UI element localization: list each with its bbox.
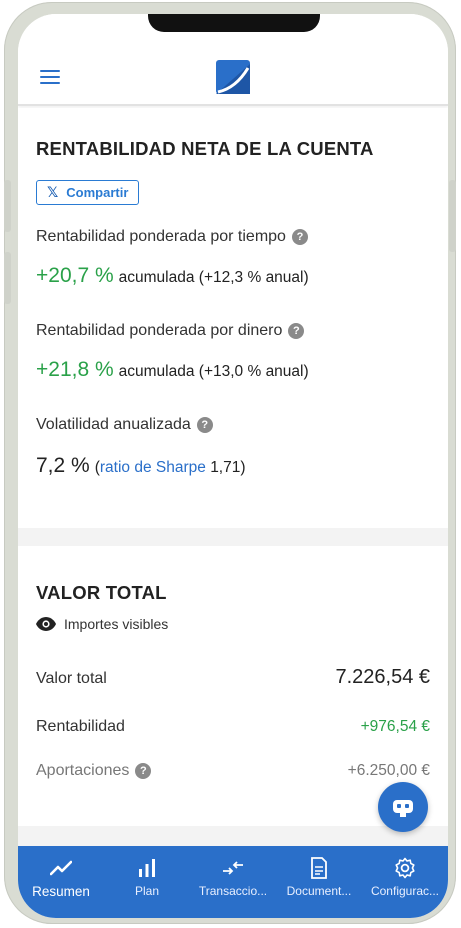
share-label: Compartir — [66, 185, 129, 200]
document-icon — [311, 857, 327, 879]
profit-label: Rentabilidad — [36, 718, 125, 735]
section-divider — [18, 528, 448, 546]
nav-settings[interactable]: Configurac... — [362, 856, 448, 898]
volatility-value: 7,2 % — [36, 454, 90, 477]
nav-label: Configurac... — [370, 884, 440, 898]
gear-icon — [395, 857, 415, 879]
twr-label: Rentabilidad ponderada por tiempo — [36, 228, 286, 245]
contributions-amount: +6.250,00 € — [347, 762, 430, 779]
sharpe-value: 1,71) — [210, 459, 246, 476]
help-icon[interactable]: ? — [196, 417, 213, 433]
help-icon[interactable]: ? — [288, 323, 305, 339]
nav-transactions[interactable]: Transaccio... — [190, 856, 276, 898]
twr-value-row: +20,7 % acumulada (+12,3 % anual) — [36, 264, 309, 288]
nav-label: Document... — [286, 884, 352, 898]
transfer-icon — [223, 861, 243, 875]
contributions-row: Aportaciones ? +6.250,00 € — [36, 762, 430, 780]
total-value-label: Valor total — [36, 670, 107, 687]
help-icon[interactable]: ? — [135, 763, 152, 779]
mwr-label: Rentabilidad ponderada por dinero — [36, 322, 283, 339]
share-button[interactable]: 𝕏 Compartir — [36, 180, 140, 205]
contributions-label-row: Aportaciones ? — [36, 762, 152, 780]
twr-suffix: acumulada (+12,3 % anual) — [118, 269, 309, 286]
twr-label-row: Rentabilidad ponderada por tiempo ? — [36, 228, 308, 246]
app-screen: RENTABILIDAD NETA DE LA CUENTA 𝕏 Compart… — [18, 14, 448, 918]
returns-section: RENTABILIDAD NETA DE LA CUENTA 𝕏 Compart… — [18, 108, 448, 528]
mwr-value-row: +21,8 % acumulada (+13,0 % anual) — [36, 358, 309, 382]
nav-documents[interactable]: Document... — [276, 856, 362, 898]
x-logo-icon: 𝕏 — [47, 184, 59, 200]
bar-chart-icon — [139, 859, 155, 877]
help-icon[interactable]: ? — [291, 229, 308, 245]
contributions-label: Aportaciones — [36, 762, 130, 779]
returns-title: RENTABILIDAD NETA DE LA CUENTA — [36, 138, 374, 159]
hamburger-menu-icon[interactable] — [40, 70, 60, 84]
robot-icon — [393, 800, 413, 817]
sharpe-ratio-link[interactable]: ratio de Sharpe — [100, 459, 206, 476]
profit-amount: +976,54 € — [360, 718, 430, 735]
trend-icon — [50, 860, 72, 876]
volume-up-button — [4, 180, 11, 232]
visibility-toggle[interactable]: Importes visibles — [36, 616, 168, 632]
total-value-section: VALOR TOTAL Importes visibles Valor tota… — [18, 546, 448, 826]
phone-frame: RENTABILIDAD NETA DE LA CUENTA 𝕏 Compart… — [4, 2, 456, 924]
eye-icon — [36, 617, 56, 631]
chat-bot-button[interactable] — [378, 782, 428, 832]
app-logo — [216, 60, 250, 94]
twr-value: +20,7 % — [36, 264, 114, 287]
nav-plan[interactable]: Plan — [104, 856, 190, 898]
total-value-title: VALOR TOTAL — [36, 582, 167, 603]
volatility-label-row: Volatilidad anualizada ? — [36, 416, 213, 434]
volume-down-button — [4, 252, 11, 304]
profit-row: Rentabilidad +976,54 € — [36, 718, 430, 736]
notch — [148, 14, 320, 32]
volatility-value-row: 7,2 % (ratio de Sharpe 1,71) — [36, 454, 246, 478]
nav-label: Resumen — [32, 884, 90, 899]
power-button — [449, 180, 456, 252]
total-value-row: Valor total 7.226,54 € — [36, 666, 430, 689]
mwr-suffix: acumulada (+13,0 % anual) — [118, 363, 309, 380]
mwr-value: +21,8 % — [36, 358, 114, 381]
nav-label: Transaccio... — [198, 884, 268, 898]
sharpe-text: (ratio de Sharpe 1,71) — [95, 459, 246, 477]
nav-summary[interactable]: Resumen — [18, 856, 104, 899]
bottom-navigation: Resumen Plan Transaccio... Document... C… — [18, 846, 448, 918]
mwr-label-row: Rentabilidad ponderada por dinero ? — [36, 322, 305, 340]
nav-label: Plan — [134, 884, 160, 898]
section-divider — [18, 826, 448, 846]
total-value-amount: 7.226,54 € — [335, 666, 430, 688]
volatility-label: Volatilidad anualizada — [36, 416, 191, 433]
visibility-label: Importes visibles — [64, 616, 169, 632]
